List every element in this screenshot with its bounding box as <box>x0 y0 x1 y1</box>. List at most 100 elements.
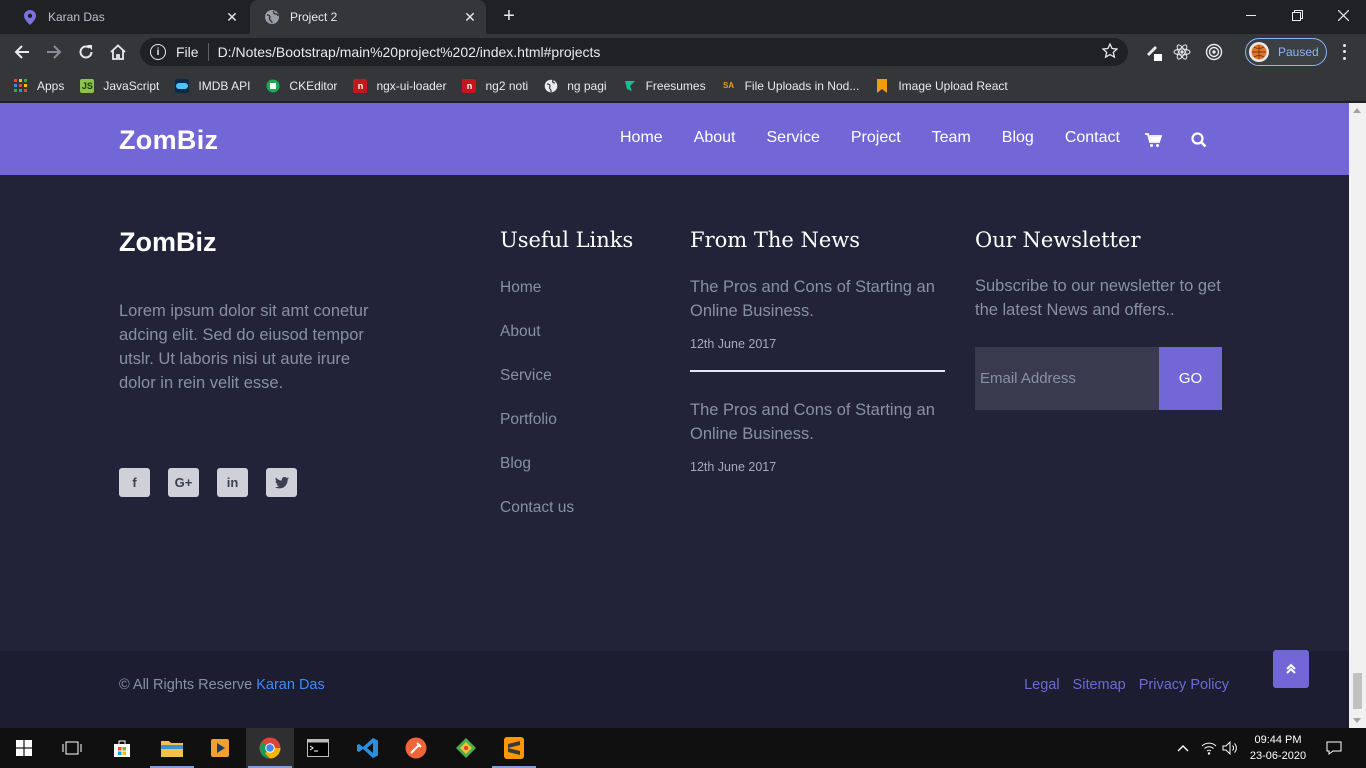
media-player-icon[interactable] <box>196 728 244 768</box>
pen-extension-icon[interactable] <box>1144 42 1164 62</box>
bookmark-ngx-ui-loader[interactable]: n ngx-ui-loader <box>353 78 446 93</box>
divider <box>207 43 209 61</box>
nav-contact[interactable]: Contact <box>1065 129 1120 147</box>
copyright-text: © All Rights Reserve <box>119 677 253 693</box>
facebook-icon[interactable]: f <box>119 468 150 497</box>
close-window-button[interactable] <box>1320 0 1366 30</box>
news-item: The Pros and Cons of Starting an Online … <box>690 398 945 474</box>
close-tab-icon[interactable]: ✕ <box>462 9 478 25</box>
chrome-icon[interactable] <box>246 728 294 768</box>
volume-icon[interactable] <box>1220 728 1240 768</box>
restore-button[interactable] <box>1274 0 1320 30</box>
newsletter-title: Our Newsletter <box>975 228 1141 252</box>
home-icon[interactable] <box>104 38 132 66</box>
close-tab-icon[interactable]: ✕ <box>224 9 240 25</box>
bookmark-imdb-api[interactable]: IMDB API <box>175 78 250 93</box>
bookmark-ng-pagi[interactable]: ng pagi <box>544 79 607 93</box>
bookmark-image-upload-react[interactable]: Image Upload React <box>875 78 1008 93</box>
sa-icon: SA <box>723 81 735 90</box>
freesumes-icon <box>623 79 637 93</box>
back-to-top-button[interactable] <box>1273 650 1309 688</box>
sublime-text-icon[interactable] <box>490 728 538 768</box>
footer-about-text: Lorem ipsum dolor sit amt conetur adcing… <box>119 302 369 392</box>
kebab-menu-icon[interactable] <box>1336 42 1352 62</box>
avatar <box>1249 42 1269 62</box>
news-title: From The News <box>690 228 861 252</box>
bookmark-javascript[interactable]: JS JavaScript <box>80 78 159 93</box>
sitemap-link[interactable]: Sitemap <box>1073 677 1126 693</box>
nav-about[interactable]: About <box>694 129 736 147</box>
minimize-button[interactable] <box>1228 0 1274 30</box>
legal-link[interactable]: Legal <box>1024 677 1059 693</box>
google-plus-icon[interactable]: G+ <box>168 468 199 497</box>
target-extension-icon[interactable] <box>1204 42 1224 62</box>
vscode-icon[interactable] <box>344 728 392 768</box>
wifi-icon[interactable] <box>1198 728 1220 768</box>
news-item-title[interactable]: The Pros and Cons of Starting an Online … <box>690 398 945 446</box>
git-kraken-icon[interactable] <box>442 728 490 768</box>
subscribe-button[interactable]: GO <box>1159 347 1222 410</box>
nav-menu: Home About Service Project Team Blog Con… <box>620 129 1151 147</box>
tab-karan-das[interactable]: Karan Das ✕ <box>8 0 248 34</box>
notification-center-icon[interactable] <box>1320 728 1348 768</box>
bookmark-freesumes[interactable]: Freesumes <box>623 79 706 93</box>
bookmark-ribbon-icon <box>875 78 889 93</box>
forward-arrow-icon[interactable] <box>40 38 68 66</box>
tray-overflow-chevron-icon[interactable] <box>1172 728 1194 768</box>
page-scrollbar[interactable] <box>1349 103 1366 728</box>
site-logo[interactable]: ZomBiz <box>119 125 218 156</box>
command-prompt-icon[interactable] <box>294 728 342 768</box>
footer-link-blog[interactable]: Blog <box>500 455 574 499</box>
postman-icon[interactable] <box>392 728 440 768</box>
tab-project-2[interactable]: Project 2 ✕ <box>250 0 486 34</box>
system-clock[interactable]: 09:44 PM 23-06-2020 <box>1238 732 1318 764</box>
profile-status: Paused <box>1278 45 1319 59</box>
store-icon[interactable] <box>98 728 146 768</box>
file-explorer-icon[interactable] <box>148 728 196 768</box>
nav-blog[interactable]: Blog <box>1002 129 1034 147</box>
bookmark-label: Freesumes <box>645 78 706 93</box>
search-icon[interactable] <box>1190 131 1208 149</box>
twitter-icon[interactable] <box>266 468 297 497</box>
react-devtools-icon[interactable] <box>1172 42 1192 62</box>
address-bar[interactable]: i File D:/Notes/Bootstrap/main%20project… <box>140 38 1128 66</box>
bookmark-apps[interactable]: Apps <box>14 78 64 93</box>
author-link[interactable]: Karan Das <box>256 677 325 693</box>
cart-icon[interactable] <box>1144 131 1162 149</box>
nav-project[interactable]: Project <box>851 129 901 147</box>
email-field[interactable] <box>975 347 1159 410</box>
footer-link-service[interactable]: Service <box>500 367 574 411</box>
bookmark-ckeditor[interactable]: CKEditor <box>266 79 337 93</box>
scroll-down-arrow-icon[interactable] <box>1353 718 1361 723</box>
task-view-icon[interactable] <box>48 728 96 768</box>
bookmark-label: File Uploads in Nod... <box>744 78 860 93</box>
footer-link-contact[interactable]: Contact us <box>500 499 574 543</box>
windows-start-icon[interactable] <box>0 728 48 768</box>
bookmark-file-uploads[interactable]: SA File Uploads in Nod... <box>722 78 860 93</box>
footer-link-home[interactable]: Home <box>500 279 574 323</box>
news-item: The Pros and Cons of Starting an Online … <box>690 275 945 351</box>
info-icon[interactable]: i <box>150 44 166 60</box>
nav-home[interactable]: Home <box>620 129 663 147</box>
footer-main: ZomBiz Lorem ipsum dolor sit amt conetur… <box>0 175 1349 651</box>
footer-link-about[interactable]: About <box>500 323 574 367</box>
news-list: The Pros and Cons of Starting an Online … <box>690 275 945 474</box>
nav-team[interactable]: Team <box>932 129 971 147</box>
profile-paused-button[interactable]: Paused <box>1245 38 1327 66</box>
ngx-ui-loader-icon: n <box>353 78 368 93</box>
bookmark-ng2-noti[interactable]: n ng2 noti <box>462 78 528 93</box>
scroll-up-arrow-icon[interactable] <box>1353 108 1361 113</box>
footer-link-portfolio[interactable]: Portfolio <box>500 411 574 455</box>
bookmark-star-icon[interactable] <box>1101 42 1119 62</box>
bookmark-label: CKEditor <box>289 78 338 93</box>
reload-icon[interactable] <box>72 38 100 66</box>
privacy-policy-link[interactable]: Privacy Policy <box>1139 677 1229 693</box>
scrollbar-thumb[interactable] <box>1353 673 1362 709</box>
linkedin-icon[interactable]: in <box>217 468 248 497</box>
back-arrow-icon[interactable] <box>8 38 36 66</box>
news-item-title[interactable]: The Pros and Cons of Starting an Online … <box>690 275 945 323</box>
new-tab-button[interactable]: + <box>498 6 520 28</box>
double-chevron-up-icon <box>1286 663 1296 674</box>
nav-service[interactable]: Service <box>767 129 820 147</box>
ng2-noti-icon: n <box>462 78 477 93</box>
